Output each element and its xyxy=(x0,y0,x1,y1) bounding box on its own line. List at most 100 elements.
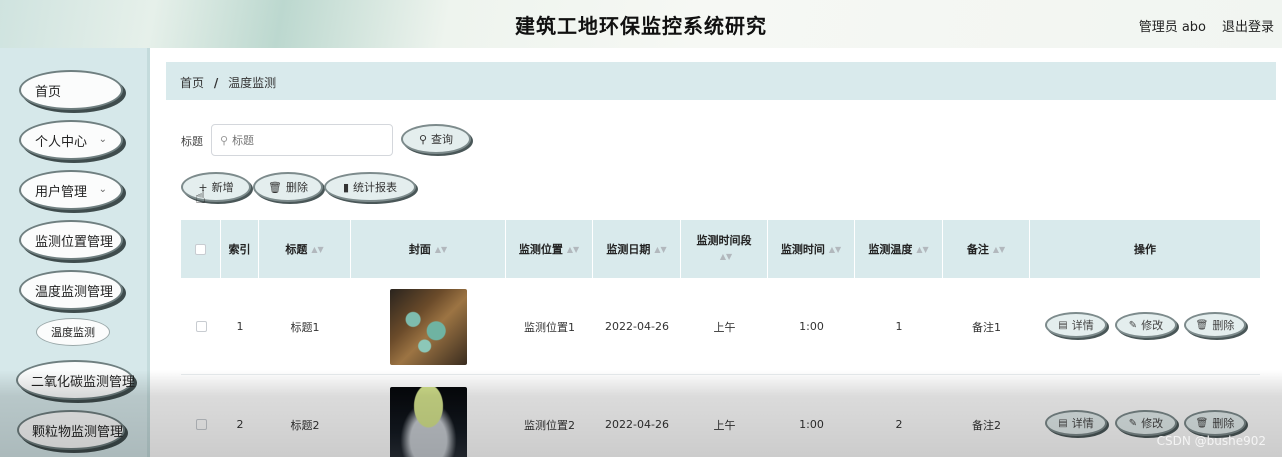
sidebar-item-temperature[interactable]: 温度监测管理 xyxy=(19,270,123,310)
report-button-label: 统计报表 xyxy=(353,181,398,194)
row-checkbox[interactable] xyxy=(195,419,207,430)
sidebar-item-label: 监测位置管理 xyxy=(35,234,114,250)
data-table: 索引 标题 ▲▼ 封面 ▲▼ 监测位置 ▲▼ 监测日期 ▲▼ 监测时间段 ▲▼ 监测时间 ▲… xyxy=(181,220,1260,457)
row-delete-button-label: 删除 xyxy=(1212,319,1235,332)
cell-date: 2022-04-26 xyxy=(605,320,669,333)
delete-button[interactable]: 🗑 删除 xyxy=(253,172,323,202)
search-icon: ⚲ xyxy=(220,133,229,147)
watermark: CSDN @bushe902 xyxy=(1156,434,1266,448)
cell-cover xyxy=(351,376,506,457)
cell-period: 上午 xyxy=(713,418,736,432)
add-button[interactable]: + 新增 xyxy=(181,172,251,202)
cell-remark: 备注2 xyxy=(972,418,1001,432)
row-delete-button[interactable]: 🗑 删除 xyxy=(1184,410,1246,436)
header-label: 索引 xyxy=(228,243,251,256)
detail-button-label: 详情 xyxy=(1071,319,1094,332)
sidebar-item-label: 个人中心 xyxy=(35,134,88,150)
page-title: 建筑工地环保监控系统研究 xyxy=(515,14,767,38)
cell-temperature: 2 xyxy=(895,418,903,431)
sort-icon[interactable]: ▲▼ xyxy=(311,245,323,254)
header-cover[interactable]: 封面 ▲▼ xyxy=(351,220,506,278)
sidebar-subitem-temperature-monitor[interactable]: 温度监测 xyxy=(36,318,110,346)
table-row: 2 标题2 监测位置2 2022-04-26 上午 1:00 2 备注2 ▤ 详情… xyxy=(181,376,1260,457)
sidebar-item-label: 温度监测管理 xyxy=(35,284,114,300)
row-checkbox-cell xyxy=(181,278,221,375)
sidebar-item-particulate[interactable]: 颗粒物监测管理 xyxy=(17,410,125,450)
sort-icon[interactable]: ▲▼ xyxy=(993,245,1005,254)
cell-location: 监测位置1 xyxy=(524,320,575,334)
sort-icon[interactable]: ▲▼ xyxy=(654,245,666,254)
header-remark[interactable]: 备注 ▲▼ xyxy=(943,220,1030,278)
sidebar-item-label: 颗粒物监测管理 xyxy=(32,424,124,440)
sort-icon[interactable]: ▲▼ xyxy=(720,249,732,265)
chevron-down-icon: ⌄ xyxy=(98,184,107,195)
header-label: 操作 xyxy=(1134,243,1156,256)
cell-remark: 备注1 xyxy=(972,320,1001,334)
sidebar-item-label: 用户管理 xyxy=(35,184,88,200)
chevron-down-icon: ⌄ xyxy=(98,134,107,145)
cell-title: 标题2 xyxy=(290,418,320,432)
sort-icon[interactable]: ▲▼ xyxy=(567,245,579,254)
row-delete-button-label: 删除 xyxy=(1212,417,1235,430)
sidebar-item-users[interactable]: 用户管理 ⌄ xyxy=(19,170,123,210)
table-header: 索引 标题 ▲▼ 封面 ▲▼ 监测位置 ▲▼ 监测日期 ▲▼ 监测时间段 ▲▼ 监测时间 ▲… xyxy=(181,220,1260,278)
cell-location: 监测位置2 xyxy=(524,418,575,432)
top-header: 建筑工地环保监控系统研究 管理员 abo 退出登录 xyxy=(0,0,1282,48)
sidebar-item-profile[interactable]: 个人中心 ⌄ xyxy=(19,120,123,160)
breadcrumb: 首页 / 温度监测 xyxy=(166,62,1276,100)
search-field[interactable]: ⚲ xyxy=(211,124,393,156)
row-delete-button[interactable]: 🗑 删除 xyxy=(1184,312,1246,338)
hand-cursor-icon: ☝ xyxy=(195,187,206,208)
header-time[interactable]: 监测时间 ▲▼ xyxy=(768,220,855,278)
detail-button-label: 详情 xyxy=(1071,417,1094,430)
sort-icon[interactable]: ▲▼ xyxy=(916,245,928,254)
sort-icon[interactable]: ▲▼ xyxy=(435,245,447,254)
select-all-checkbox[interactable] xyxy=(195,243,206,255)
header-period[interactable]: 监测时间段 ▲▼ xyxy=(681,220,768,278)
search-input[interactable] xyxy=(232,133,373,147)
edit-button-label: 修改 xyxy=(1141,417,1164,430)
trash-icon: 🗑 xyxy=(1195,417,1209,429)
detail-button[interactable]: ▤ 详情 xyxy=(1045,410,1107,436)
header-location[interactable]: 监测位置 ▲▼ xyxy=(506,220,593,278)
header-label: 封面 xyxy=(408,243,431,256)
cell-temperature: 1 xyxy=(895,320,903,333)
edit-button[interactable]: ✎ 修改 xyxy=(1115,312,1177,338)
document-icon: ▤ xyxy=(1058,417,1068,429)
user-label: 管理员 abo xyxy=(1138,20,1206,35)
bar-chart-icon: ▮ xyxy=(342,180,350,194)
sort-icon[interactable]: ▲▼ xyxy=(829,245,841,254)
breadcrumb-home[interactable]: 首页 xyxy=(180,76,204,90)
row-checkbox-cell xyxy=(181,376,221,457)
cell-title: 标题1 xyxy=(290,320,320,334)
header-label: 监测温度 xyxy=(868,243,913,256)
row-checkbox[interactable] xyxy=(195,321,207,332)
header-label: 监测时间 xyxy=(780,243,825,256)
cell-period: 上午 xyxy=(713,320,736,334)
table-row: 1 标题1 监测位置1 2022-04-26 上午 1:00 1 备注1 ▤ 详情… xyxy=(181,278,1260,375)
header-date[interactable]: 监测日期 ▲▼ xyxy=(593,220,681,278)
search-button[interactable]: ⚲ 查询 xyxy=(401,124,471,154)
header-temperature[interactable]: 监测温度 ▲▼ xyxy=(855,220,943,278)
sidebar-item-co2[interactable]: 二氧化碳监测管理 xyxy=(16,360,136,400)
sidebar-item-home[interactable]: 首页 xyxy=(19,70,123,110)
report-button[interactable]: ▮ 统计报表 xyxy=(324,172,416,202)
cell-cover xyxy=(351,278,506,375)
sidebar-item-location[interactable]: 监测位置管理 xyxy=(19,220,123,260)
edit-button[interactable]: ✎ 修改 xyxy=(1115,410,1177,436)
pencil-icon: ✎ xyxy=(1128,319,1138,331)
search-button-label: 查询 xyxy=(431,133,454,146)
cell-date: 2022-04-26 xyxy=(605,418,669,431)
logout-link[interactable]: 退出登录 xyxy=(1222,16,1274,35)
document-icon: ▤ xyxy=(1058,319,1068,331)
header-actions: 操作 xyxy=(1030,220,1260,278)
sidebar-item-label: 二氧化碳监测管理 xyxy=(31,374,136,390)
cover-image xyxy=(390,288,467,365)
trash-icon: 🗑 xyxy=(1195,319,1209,331)
add-button-label: 新增 xyxy=(211,181,234,194)
header-title[interactable]: 标题 ▲▼ xyxy=(259,220,351,278)
sidebar-subitem-label: 温度监测 xyxy=(51,326,95,339)
cover-image xyxy=(390,386,467,457)
header-label: 监测时间段 xyxy=(696,234,752,247)
detail-button[interactable]: ▤ 详情 xyxy=(1045,312,1107,338)
